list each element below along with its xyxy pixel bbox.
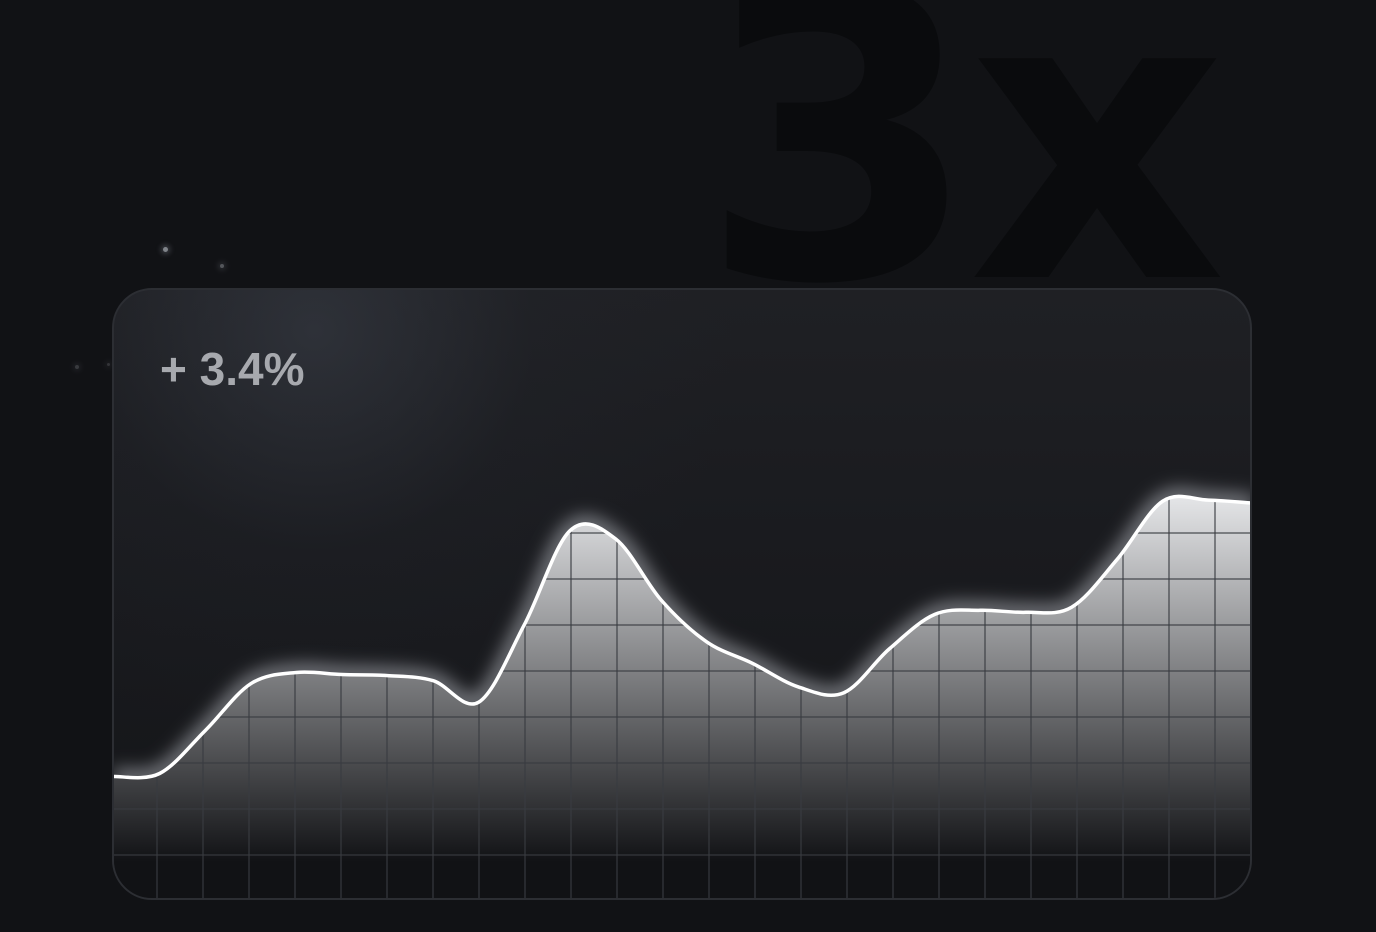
- percent-change-label: + 3.4%: [160, 343, 305, 395]
- growth-chart-card: + 3.4%: [112, 288, 1252, 900]
- sparkle-dot: [107, 363, 110, 366]
- hero-stage: 3x + 3.4%: [0, 0, 1376, 932]
- sparkle-dot: [163, 247, 168, 252]
- sparkle-dot: [220, 264, 224, 268]
- sparkle-dot: [75, 365, 79, 369]
- area-fill: [114, 496, 1250, 898]
